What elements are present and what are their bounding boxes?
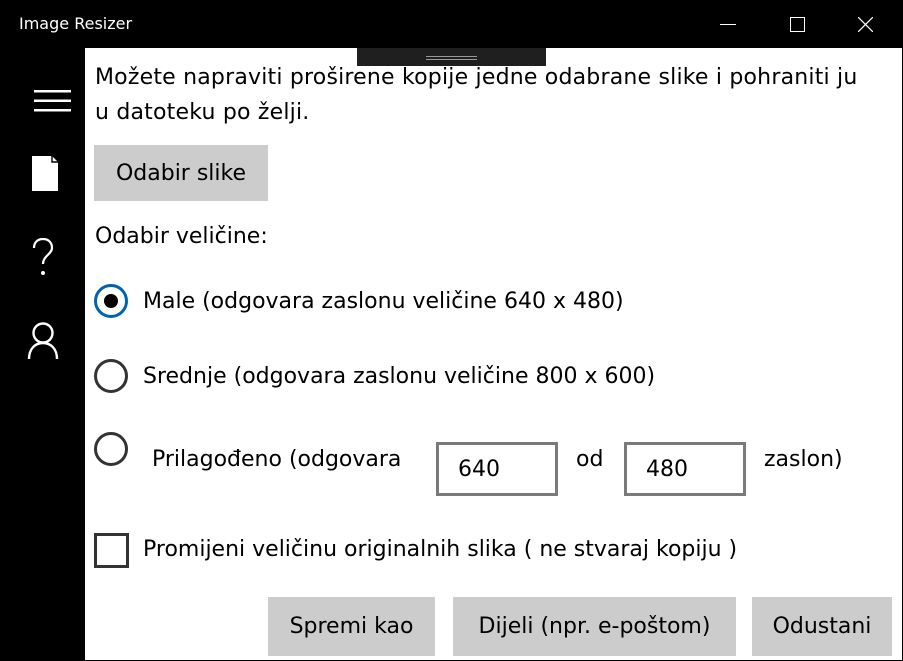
radio-medium-label[interactable]: Srednje (odgovara zaslonu veličine 800 x… bbox=[143, 364, 655, 389]
navigation-rail bbox=[0, 48, 85, 661]
app-window: Image Resizer Možete napraviti proširene… bbox=[0, 0, 903, 661]
drag-handle-grip bbox=[426, 56, 477, 57]
custom-height-input[interactable] bbox=[624, 442, 746, 496]
custom-width-input[interactable] bbox=[436, 442, 558, 496]
radio-custom-label[interactable]: Prilagođeno (odgovara bbox=[152, 447, 401, 472]
resize-original-checkbox[interactable] bbox=[94, 533, 129, 568]
size-section-label: Odabir veličine: bbox=[95, 224, 268, 249]
select-image-button[interactable]: Odabir slike bbox=[94, 145, 268, 201]
description-line: u datoteku po želji. bbox=[95, 100, 310, 125]
help-question-icon bbox=[32, 238, 54, 275]
share-button[interactable]: Dijeli (npr. e-poštom) bbox=[453, 597, 736, 656]
window-title: Image Resizer bbox=[19, 14, 133, 33]
nav-item-help[interactable] bbox=[0, 230, 85, 290]
user-person-icon bbox=[27, 322, 59, 360]
radio-medium[interactable] bbox=[94, 359, 128, 393]
title-bar[interactable]: Image Resizer bbox=[0, 0, 903, 48]
maximize-icon bbox=[790, 17, 805, 32]
minimize-icon bbox=[720, 24, 736, 25]
save-as-button[interactable]: Spremi kao bbox=[268, 597, 435, 656]
main-content: Možete napraviti proširene kopije jedne … bbox=[85, 48, 902, 660]
maximize-button[interactable] bbox=[764, 0, 832, 48]
minimize-button[interactable] bbox=[696, 0, 764, 48]
description-text: Možete napraviti proširene kopije jedne … bbox=[95, 60, 895, 130]
description-line: Možete napraviti proširene kopije jedne … bbox=[95, 65, 858, 90]
nav-menu-button[interactable] bbox=[0, 72, 85, 132]
cancel-button[interactable]: Odustani bbox=[752, 597, 892, 656]
radio-small[interactable] bbox=[94, 284, 128, 318]
close-icon bbox=[858, 17, 873, 32]
custom-suffix-text: zaslon) bbox=[764, 447, 843, 472]
radio-selected-dot bbox=[104, 294, 118, 308]
custom-separator-text: od bbox=[576, 447, 604, 472]
close-button[interactable] bbox=[832, 0, 900, 48]
hamburger-menu-icon bbox=[34, 90, 71, 112]
nav-item-account[interactable] bbox=[0, 312, 85, 372]
radio-small-label[interactable]: Male (odgovara zaslonu veličine 640 x 48… bbox=[143, 289, 624, 314]
resize-original-label[interactable]: Promijeni veličinu originalnih slika ( n… bbox=[143, 537, 737, 562]
radio-custom[interactable] bbox=[94, 432, 128, 466]
nav-item-resize[interactable] bbox=[0, 144, 85, 204]
document-icon bbox=[32, 156, 58, 191]
